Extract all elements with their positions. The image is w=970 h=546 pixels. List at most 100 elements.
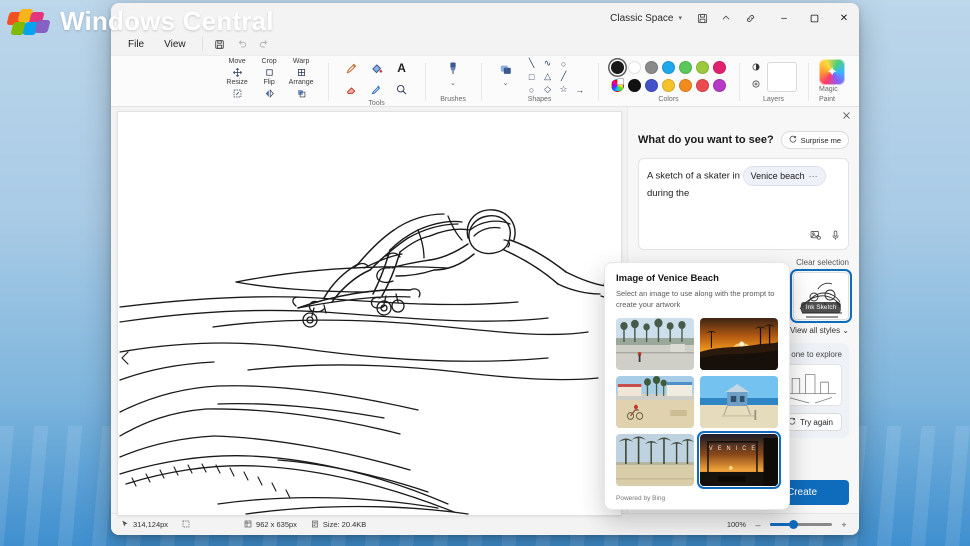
- layer-visibility-icon[interactable]: [751, 62, 761, 75]
- zoom-in-button[interactable]: +: [839, 520, 849, 530]
- microphone-icon[interactable]: [831, 230, 840, 244]
- crop-tool[interactable]: Crop: [253, 58, 285, 79]
- ribbon-toolbar: Move Crop Warp: [111, 55, 859, 107]
- resize-tool[interactable]: Resize: [221, 79, 253, 100]
- clear-selection-button[interactable]: Clear selection: [796, 258, 849, 267]
- shape-blank[interactable]: [573, 58, 587, 69]
- magnifier-icon[interactable]: [390, 79, 414, 99]
- maximize-button[interactable]: [799, 3, 829, 33]
- shape-star[interactable]: →: [573, 84, 587, 95]
- text-glyph: A: [397, 61, 406, 75]
- crop-tool-label: Crop: [262, 58, 277, 66]
- warp-tool[interactable]: Warp: [285, 58, 317, 79]
- color-swatch-orange[interactable]: [679, 79, 692, 92]
- color-picker-icon[interactable]: [611, 79, 624, 92]
- eyedropper-icon[interactable]: [365, 79, 389, 99]
- move-tool[interactable]: Move: [221, 58, 253, 79]
- arrange-icon: [296, 87, 307, 100]
- color-swatch-yellow[interactable]: [662, 79, 675, 92]
- cursor-icon: [121, 520, 129, 530]
- shape-fill-icon: [499, 63, 513, 76]
- flyout-thumb-venice-boardwalk-palms[interactable]: [616, 318, 694, 370]
- color-swatch-red[interactable]: [696, 79, 709, 92]
- save-titlebar-icon[interactable]: [691, 7, 713, 29]
- colors-grid: [609, 59, 728, 95]
- shape-triangle[interactable]: □: [525, 71, 539, 82]
- flyout-thumb-venice-sign-sunset[interactable]: V E N I C E: [700, 434, 778, 486]
- surprise-me-button[interactable]: Surprise me: [781, 131, 849, 149]
- color-swatch-pink[interactable]: [713, 61, 726, 74]
- zoom-level: 100%: [727, 520, 746, 529]
- shape-diamond[interactable]: ☆: [557, 84, 571, 95]
- text-icon[interactable]: A: [390, 58, 414, 78]
- color-swatch-lime[interactable]: [696, 61, 709, 74]
- flyout-thumb-venice-palm-trees[interactable]: [616, 434, 694, 486]
- redo-icon[interactable]: [254, 35, 274, 53]
- brushes-button[interactable]: ⌄: [436, 61, 470, 93]
- layer-thumbnail[interactable]: [767, 62, 797, 92]
- zoom-slider-handle[interactable]: [789, 520, 798, 529]
- arrange-tool-label: Arrange: [289, 79, 314, 87]
- resize-icon: [232, 87, 243, 100]
- link-icon[interactable]: [739, 7, 761, 29]
- shape-style-button[interactable]: ⌄: [493, 61, 519, 93]
- shape-diagonal[interactable]: ○: [525, 84, 539, 95]
- color-swatch-gray[interactable]: [645, 61, 658, 74]
- shape-rect[interactable]: △: [541, 71, 555, 82]
- image-icon[interactable]: [810, 230, 821, 244]
- pencil-icon[interactable]: [340, 58, 364, 78]
- shape-curve[interactable]: ∿: [541, 58, 555, 69]
- flip-tool[interactable]: Flip: [253, 79, 285, 100]
- space-selector[interactable]: Classic Space ▾: [603, 10, 689, 27]
- color-swatch-purple[interactable]: [713, 79, 726, 92]
- view-all-styles-label: View all styles: [790, 326, 840, 335]
- close-button[interactable]: ✕: [829, 3, 859, 33]
- color-swatch-blue[interactable]: [662, 61, 675, 74]
- close-icon[interactable]: [842, 111, 851, 123]
- collapse-ribbon-icon[interactable]: [715, 7, 737, 29]
- color-swatch-black2[interactable]: [628, 79, 641, 92]
- undo-icon[interactable]: [232, 35, 252, 53]
- fill-icon[interactable]: [365, 58, 389, 78]
- cursor-position: 314,124px: [121, 520, 168, 530]
- color-swatch-black-selected[interactable]: [611, 61, 624, 74]
- zoom-out-button[interactable]: –: [753, 520, 763, 530]
- flyout-thumb-venice-sunset-skatepark[interactable]: [700, 318, 778, 370]
- shape-circle[interactable]: ◇: [541, 84, 555, 95]
- eraser-icon[interactable]: [340, 79, 364, 99]
- warp-icon: [296, 66, 307, 79]
- shapes-group-label: Shapes: [528, 95, 552, 106]
- file-size-icon: [311, 520, 319, 530]
- ribbon-group-brushes: ⌄ Brushes: [428, 58, 478, 106]
- color-swatch-white[interactable]: [628, 61, 641, 74]
- minimize-button[interactable]: –: [769, 3, 799, 33]
- menu-file[interactable]: File: [119, 37, 153, 52]
- arrange-tool[interactable]: Arrange: [285, 79, 317, 100]
- add-layer-icon[interactable]: [751, 79, 761, 92]
- prompt-input[interactable]: A sketch of a skater in Venice beach ⋯ d…: [638, 158, 849, 250]
- save-icon[interactable]: [210, 35, 230, 53]
- flip-tool-label: Flip: [263, 79, 274, 87]
- selection-icon: [182, 520, 190, 530]
- menu-view[interactable]: View: [155, 37, 195, 52]
- prompt-after: during the: [647, 188, 689, 199]
- prompt-chip-venice-beach[interactable]: Venice beach ⋯: [743, 166, 826, 186]
- magic-paint-icon[interactable]: ✦: [819, 59, 845, 85]
- color-swatch-green[interactable]: [679, 61, 692, 74]
- shape-tri-2[interactable]: ╱: [557, 71, 571, 82]
- cursor-position-value: 314,124px: [133, 520, 168, 529]
- style-thumb-ink-sketch[interactable]: Ink Sketch: [793, 272, 849, 320]
- color-swatch-indigo[interactable]: [645, 79, 658, 92]
- drawing-canvas[interactable]: [117, 111, 622, 516]
- ribbon-group-magic-paint: ✦ Magic Paint: [811, 58, 853, 106]
- flyout-thumb-venice-lifeguard-tower[interactable]: [700, 376, 778, 428]
- shape-line[interactable]: ╲: [525, 58, 539, 69]
- resize-tool-label: Resize: [226, 79, 247, 87]
- shape-blank-2[interactable]: [573, 71, 587, 82]
- flyout-thumb-venice-beach-shops[interactable]: [616, 376, 694, 428]
- zoom-slider[interactable]: [770, 523, 832, 526]
- shape-oval[interactable]: ○: [557, 58, 571, 69]
- ribbon-group-image: Move Crop Warp: [221, 58, 325, 106]
- magic-paint-label: Magic Paint: [819, 85, 845, 106]
- brushes-group-label: Brushes: [440, 95, 466, 106]
